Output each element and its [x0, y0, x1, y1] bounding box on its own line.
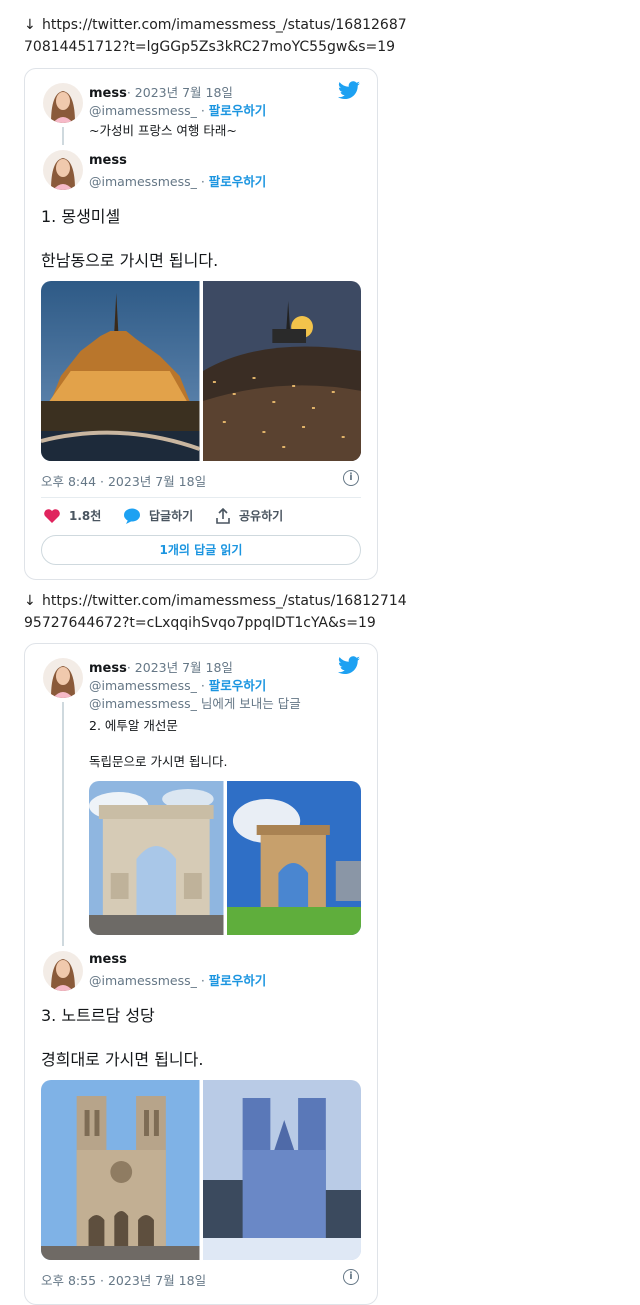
author-name[interactable]: mess — [89, 952, 127, 967]
follow-link[interactable]: 팔로우하기 — [209, 174, 267, 189]
follow-link[interactable]: 팔로우하기 — [209, 678, 267, 693]
tweet-image-pair[interactable] — [41, 1080, 361, 1260]
thread-connector — [62, 127, 64, 145]
tweet-date: · 2023년 7월 18일 — [126, 660, 233, 675]
avatar[interactable] — [43, 658, 83, 698]
like-count: 1.8천 — [69, 509, 102, 523]
reply-to-label: @imamessmess_ 님에게 보내는 답글 — [89, 696, 301, 711]
author-handle: @imamessmess_ · 팔로우하기 — [89, 103, 267, 118]
link-text-line-2: 70814451712?t=lgGGp5Zs3kRC27moYC55gw&s=1… — [24, 39, 396, 55]
info-icon[interactable]: i — [343, 470, 359, 486]
tweet-image-hannam-dong[interactable] — [202, 281, 361, 461]
reply-label: 답글하기 — [149, 509, 194, 523]
share-label: 공유하기 — [239, 509, 284, 523]
avatar[interactable] — [43, 83, 83, 123]
share-button[interactable]: 공유하기 — [215, 507, 283, 524]
speech-bubble-icon — [124, 508, 140, 524]
like-button[interactable]: 1.8천 — [43, 507, 101, 524]
tweet-text-line-1: 3. 노트르담 성당 — [41, 1006, 155, 1025]
read-replies-button[interactable]: 1개의 답글 읽기 — [41, 535, 361, 565]
tweet-text-line-1: 1. 몽생미셸 — [41, 207, 121, 226]
tweet-image-notre-dame[interactable] — [41, 1080, 200, 1260]
status-link[interactable]: ↓ https://twitter.com/imamessmess_/status… — [24, 590, 407, 634]
follow-link[interactable]: 팔로우하기 — [209, 103, 267, 118]
tweet-image-mont-saint-michel[interactable] — [41, 281, 200, 461]
tweet-image-pair[interactable] — [89, 781, 361, 935]
info-icon[interactable]: i — [343, 1269, 359, 1285]
tweet-text-line-2: 한남동으로 가시면 됩니다. — [41, 251, 219, 270]
author-handle: @imamessmess_ · 팔로우하기 — [89, 973, 267, 988]
author-handle: @imamessmess_ · 팔로우하기 — [89, 174, 267, 189]
tweet-text-line-2: 경희대로 가시면 됩니다. — [41, 1050, 204, 1069]
tweet-embed-card: mess· 2023년 7월 18일 @imamessmess_ · 팔로우하기… — [24, 643, 378, 1305]
reply-button[interactable]: 답글하기 — [123, 507, 193, 524]
link-text-line-2: 95727644672?t=cLxqqihSvqo7ppqlDT1cYA&s=1… — [24, 615, 376, 631]
download-arrow-icon: ↓ — [24, 17, 36, 33]
tweet-text-line-2: 독립문으로 가시면 됩니다. — [89, 754, 228, 769]
tweet-text: ~가성비 프랑스 여행 타래~ — [89, 123, 237, 138]
download-arrow-icon: ↓ — [24, 593, 36, 609]
twitter-bird-icon[interactable] — [337, 656, 361, 676]
author-name[interactable]: mess· 2023년 7월 18일 — [89, 657, 233, 676]
share-icon — [216, 507, 230, 524]
tweet-image-pair[interactable] — [41, 281, 361, 461]
tweet-image-arc-de-triomphe[interactable] — [89, 781, 224, 935]
author-name[interactable]: mess — [89, 153, 127, 168]
avatar[interactable] — [43, 951, 83, 991]
link-text-line-1: https://twitter.com/imamessmess_/status/… — [42, 593, 407, 609]
thread-connector — [62, 702, 64, 946]
tweet-image-kyung-hee[interactable] — [202, 1080, 361, 1260]
divider — [41, 497, 361, 498]
link-text-line-1: https://twitter.com/imamessmess_/status/… — [42, 17, 407, 33]
avatar[interactable] — [43, 150, 83, 190]
author-name[interactable]: mess· 2023년 7월 18일 — [89, 82, 233, 101]
follow-link[interactable]: 팔로우하기 — [209, 973, 267, 988]
author-handle: @imamessmess_ · 팔로우하기 — [89, 678, 267, 693]
tweet-embed-card: mess· 2023년 7월 18일 @imamessmess_ · 팔로우하기… — [24, 68, 378, 580]
tweet-date: · 2023년 7월 18일 — [126, 85, 233, 100]
tweet-image-independence-gate[interactable] — [226, 781, 361, 935]
status-link[interactable]: ↓ https://twitter.com/imamessmess_/status… — [24, 14, 407, 58]
twitter-bird-icon[interactable] — [337, 81, 361, 101]
heart-icon — [44, 508, 60, 523]
tweet-timestamp[interactable]: 오후 8:44 · 2023년 7월 18일 — [41, 471, 206, 490]
tweet-text-line-1: 2. 에투알 개선문 — [89, 718, 178, 733]
